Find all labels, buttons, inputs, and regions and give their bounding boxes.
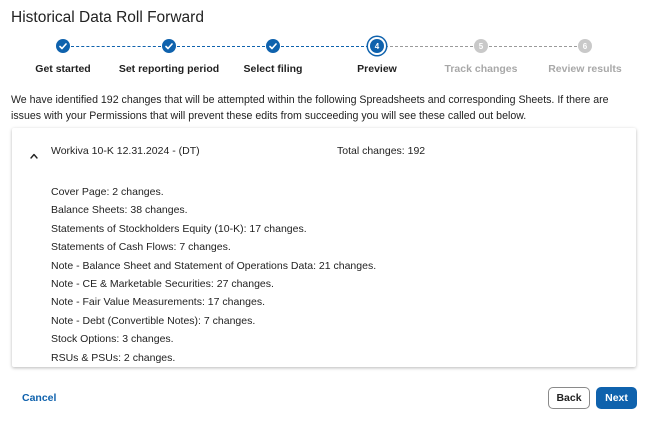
step-set-reporting-period: Set reporting period [109, 38, 229, 75]
next-button[interactable]: Next [596, 387, 637, 409]
list-item: Stock Options: 3 changes. [51, 333, 174, 346]
list-item: Note - Debt (Convertible Notes): 7 chang… [51, 314, 256, 327]
step-number: 6 [578, 39, 592, 53]
step-number: 5 [474, 39, 488, 53]
list-item: Cover Page: 2 changes. [51, 186, 164, 198]
chevron-up-icon[interactable] [30, 146, 38, 159]
filing-panel: Workiva 10-K 12.31.2024 - (DT) Total cha… [12, 128, 636, 367]
cancel-link[interactable]: Cancel [22, 392, 56, 404]
list-item: Statements of Stockholders Equity (10-K)… [51, 222, 307, 235]
list-item: Note - Fair Value Measurements: 17 chang… [51, 296, 265, 309]
intro-text: We have identified 192 changes that will… [11, 94, 609, 122]
step-track-changes: 5 Track changes [421, 38, 541, 75]
check-icon [56, 39, 70, 53]
progress-stepper: Get started Set reporting period Select … [0, 38, 650, 78]
check-icon [266, 39, 280, 53]
list-item: Balance Sheets: 38 changes. [51, 204, 188, 217]
step-label: Review results [548, 63, 622, 75]
filing-panel-header[interactable]: Workiva 10-K 12.31.2024 - (DT) Total cha… [12, 128, 636, 170]
step-label: Preview [357, 63, 397, 75]
check-icon [162, 39, 176, 53]
step-label: Get started [35, 63, 91, 75]
back-button[interactable]: Back [548, 387, 590, 409]
filing-name: Workiva 10-K 12.31.2024 - (DT) [51, 145, 200, 157]
list-item: Note - Balance Sheet and Statement of Op… [51, 259, 377, 272]
list-item: Statements of Cash Flows: 7 changes. [51, 241, 231, 254]
page-title: Historical Data Roll Forward [11, 9, 204, 26]
step-review-results: 6 Review results [525, 38, 645, 75]
step-label: Select filing [243, 63, 303, 75]
step-number: 4 [370, 39, 384, 53]
list-item: RSUs & PSUs: 2 changes. [51, 351, 176, 364]
step-label: Track changes [444, 63, 518, 75]
step-label: Set reporting period [118, 63, 220, 75]
list-item: Note - CE & Marketable Securities: 27 ch… [51, 278, 274, 291]
step-select-filing: Select filing [213, 38, 333, 75]
step-preview: 4 Preview [317, 38, 437, 75]
total-changes: Total changes: 192 [337, 145, 426, 157]
step-get-started: Get started [3, 38, 123, 75]
sheet-change-list: Cover Page: 2 changes. Balance Sheets: 3… [51, 183, 376, 367]
